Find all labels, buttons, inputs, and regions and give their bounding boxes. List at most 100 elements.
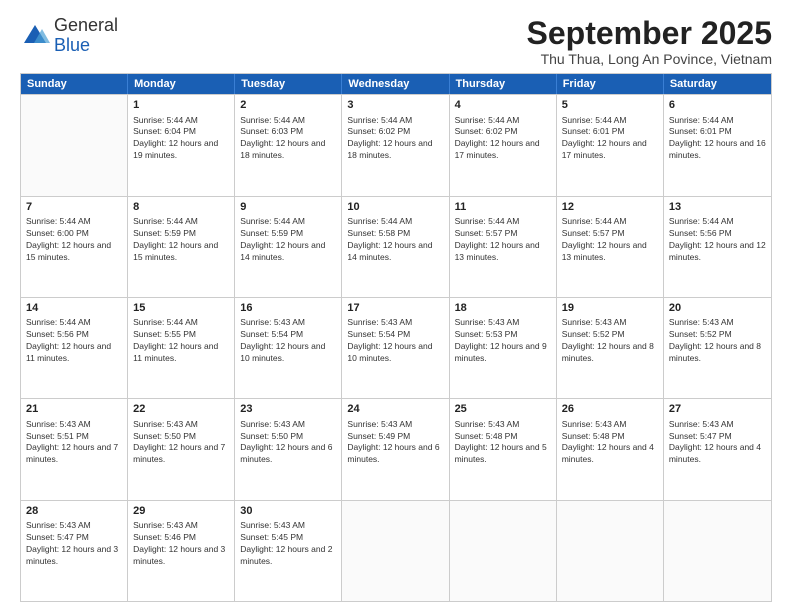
daylight-text: Daylight: 12 hours and 5 minutes. [455, 442, 547, 464]
day-cell: 14Sunrise: 5:44 AMSunset: 5:56 PMDayligh… [21, 298, 128, 398]
daylight-text: Daylight: 12 hours and 6 minutes. [347, 442, 439, 464]
sunrise-text: Sunrise: 5:43 AM [562, 317, 627, 327]
header-tuesday: Tuesday [235, 74, 342, 94]
sunset-text: Sunset: 6:00 PM [26, 228, 89, 238]
day-number: 27 [669, 402, 766, 417]
sunrise-text: Sunrise: 5:44 AM [562, 216, 627, 226]
daylight-text: Daylight: 12 hours and 12 minutes. [669, 240, 766, 262]
day-number: 26 [562, 402, 658, 417]
sunrise-text: Sunrise: 5:43 AM [240, 317, 305, 327]
sunset-text: Sunset: 5:46 PM [133, 532, 196, 542]
day-number: 4 [455, 98, 551, 113]
location-subtitle: Thu Thua, Long An Povince, Vietnam [527, 51, 772, 67]
sunset-text: Sunset: 5:59 PM [133, 228, 196, 238]
day-cell: 23Sunrise: 5:43 AMSunset: 5:50 PMDayligh… [235, 399, 342, 499]
daylight-text: Daylight: 12 hours and 15 minutes. [26, 240, 111, 262]
day-cell: 3Sunrise: 5:44 AMSunset: 6:02 PMDaylight… [342, 95, 449, 195]
sunset-text: Sunset: 5:49 PM [347, 431, 410, 441]
calendar-body: 1Sunrise: 5:44 AMSunset: 6:04 PMDaylight… [21, 94, 771, 601]
header-monday: Monday [128, 74, 235, 94]
sunrise-text: Sunrise: 5:44 AM [562, 115, 627, 125]
sunrise-text: Sunrise: 5:44 AM [133, 216, 198, 226]
day-number: 8 [133, 200, 229, 215]
daylight-text: Daylight: 12 hours and 9 minutes. [455, 341, 547, 363]
sunset-text: Sunset: 6:01 PM [669, 126, 732, 136]
sunset-text: Sunset: 5:55 PM [133, 329, 196, 339]
sunset-text: Sunset: 5:56 PM [26, 329, 89, 339]
sunset-text: Sunset: 5:59 PM [240, 228, 303, 238]
sunrise-text: Sunrise: 5:43 AM [133, 520, 198, 530]
day-cell: 9Sunrise: 5:44 AMSunset: 5:59 PMDaylight… [235, 197, 342, 297]
day-number: 13 [669, 200, 766, 215]
sunrise-text: Sunrise: 5:44 AM [26, 317, 91, 327]
sunrise-text: Sunrise: 5:44 AM [240, 216, 305, 226]
day-cell: 24Sunrise: 5:43 AMSunset: 5:49 PMDayligh… [342, 399, 449, 499]
sunset-text: Sunset: 5:52 PM [562, 329, 625, 339]
day-cell: 12Sunrise: 5:44 AM Sunset: 5:57 PM Dayligh… [557, 197, 664, 297]
sunset-text: Sunset: 6:02 PM [347, 126, 410, 136]
sunrise-text: Sunrise: 5:43 AM [669, 317, 734, 327]
sunrise-text: Sunrise: 5:44 AM [240, 115, 305, 125]
day-cell: 25Sunrise: 5:43 AMSunset: 5:48 PMDayligh… [450, 399, 557, 499]
day-number: 28 [26, 504, 122, 519]
daylight-text: Daylight: 12 hours and 17 minutes. [455, 138, 540, 160]
daylight-text: Daylight: 12 hours and 8 minutes. [669, 341, 761, 363]
day-cell [342, 501, 449, 601]
day-number: 10 [347, 200, 443, 215]
header-thursday: Thursday [450, 74, 557, 94]
day-number: 16 [240, 301, 336, 316]
day-number: 17 [347, 301, 443, 316]
daylight-text: Daylight: 12 hours and 15 minutes. [133, 240, 218, 262]
daylight-text: Daylight: 12 hours and 10 minutes. [347, 341, 432, 363]
sunset-text: Sunset: 5:57 PM [562, 228, 625, 238]
daylight-text: Daylight: 12 hours and 11 minutes. [133, 341, 218, 363]
day-cell: 5Sunrise: 5:44 AMSunset: 6:01 PMDaylight… [557, 95, 664, 195]
sunrise-text: Sunrise: 5:44 AM [347, 115, 412, 125]
day-cell: 6Sunrise: 5:44 AMSunset: 6:01 PMDaylight… [664, 95, 771, 195]
sunrise-text: Sunrise: 5:43 AM [347, 317, 412, 327]
sunset-text: Sunset: 6:02 PM [455, 126, 518, 136]
sunrise-text: Sunrise: 5:44 AM [455, 115, 520, 125]
sunrise-text: Sunrise: 5:43 AM [347, 419, 412, 429]
calendar: Sunday Monday Tuesday Wednesday Thursday… [20, 73, 772, 602]
daylight-text: Daylight: 12 hours and 14 minutes. [347, 240, 432, 262]
day-number: 25 [455, 402, 551, 417]
sunset-text: Sunset: 5:45 PM [240, 532, 303, 542]
day-cell: 8Sunrise: 5:44 AM Sunset: 5:59 PM Daylight… [128, 197, 235, 297]
day-number: 7 [26, 200, 122, 215]
month-title: September 2025 [527, 16, 772, 51]
week-row-5: 28Sunrise: 5:43 AMSunset: 5:47 PMDayligh… [21, 500, 771, 601]
day-cell: 30Sunrise: 5:43 AMSunset: 5:45 PMDayligh… [235, 501, 342, 601]
header: General Blue September 2025 Thu Thua, Lo… [20, 16, 772, 67]
day-number: 12 [562, 200, 658, 215]
sunset-text: Sunset: 5:54 PM [347, 329, 410, 339]
day-number: 20 [669, 301, 766, 316]
sunset-text: Sunset: 6:04 PM [133, 126, 196, 136]
sunset-text: Sunset: 5:56 PM [669, 228, 732, 238]
daylight-text: Daylight: 12 hours and 3 minutes. [133, 544, 225, 566]
sunrise-text: Sunrise: 5:43 AM [562, 419, 627, 429]
logo-icon [20, 21, 50, 51]
sunset-text: Sunset: 5:58 PM [347, 228, 410, 238]
sunset-text: Sunset: 6:03 PM [240, 126, 303, 136]
sunset-text: Sunset: 5:50 PM [133, 431, 196, 441]
day-cell: 22Sunrise: 5:43 AMSunset: 5:50 PMDayligh… [128, 399, 235, 499]
sunset-text: Sunset: 5:57 PM [455, 228, 518, 238]
daylight-text: Daylight: 12 hours and 8 minutes. [562, 341, 654, 363]
daylight-text: Daylight: 12 hours and 4 minutes. [562, 442, 654, 464]
day-number: 5 [562, 98, 658, 113]
sunrise-text: Sunrise: 5:43 AM [133, 419, 198, 429]
week-row-2: 7 Sunrise: 5:44 AM Sunset: 6:00 PM Daylight… [21, 196, 771, 297]
sunrise-text: Sunrise: 5:43 AM [26, 520, 91, 530]
day-number: 18 [455, 301, 551, 316]
day-number: 15 [133, 301, 229, 316]
daylight-text: Daylight: 12 hours and 7 minutes. [133, 442, 225, 464]
day-number: 19 [562, 301, 658, 316]
daylight-text: Daylight: 12 hours and 13 minutes. [562, 240, 647, 262]
day-number: 2 [240, 98, 336, 113]
sunrise-text: Sunrise: 5:43 AM [455, 419, 520, 429]
week-row-1: 1Sunrise: 5:44 AMSunset: 6:04 PMDaylight… [21, 94, 771, 195]
title-block: September 2025 Thu Thua, Long An Povince… [527, 16, 772, 67]
sunrise-text: Sunrise: 5:44 AM [669, 216, 734, 226]
daylight-text: Daylight: 12 hours and 13 minutes. [455, 240, 540, 262]
